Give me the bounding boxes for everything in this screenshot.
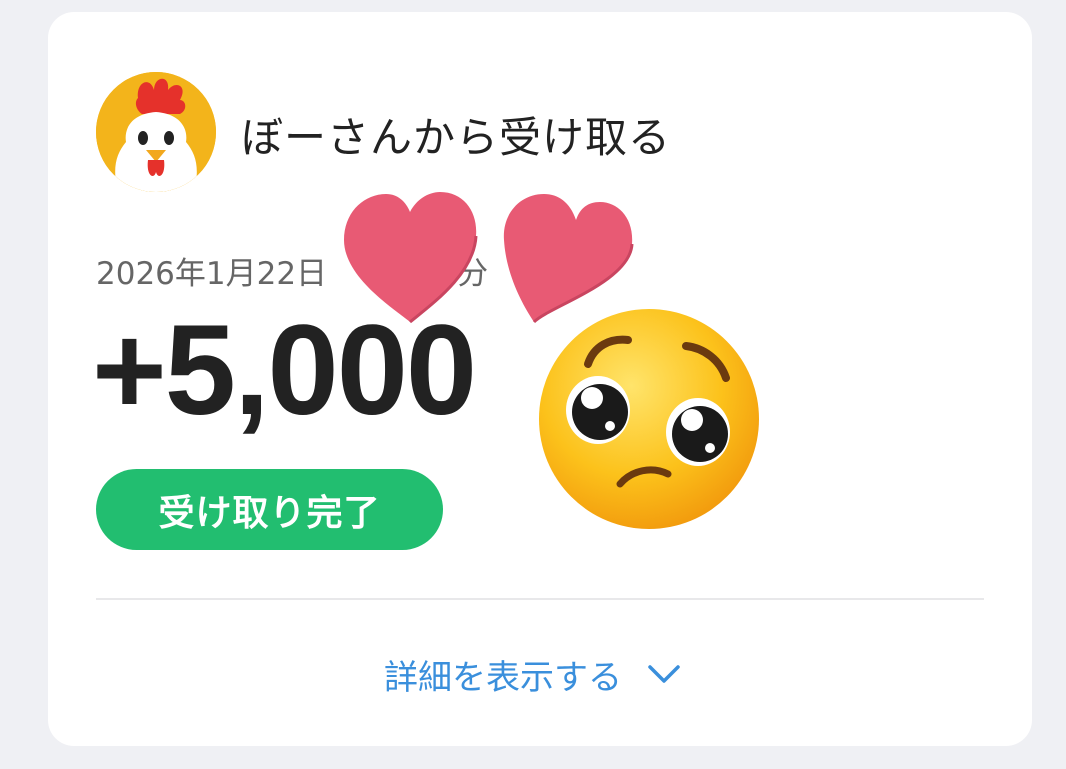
date-prefix: 2026年1月22日 <box>96 256 328 292</box>
pleading-face-icon <box>539 309 759 529</box>
heart-sticker-left <box>344 192 478 324</box>
sender-label: ぼーさんから受け取る <box>241 113 672 162</box>
show-details-link[interactable]: 詳細を表示する <box>384 648 682 700</box>
chicken-icon <box>96 72 216 192</box>
show-details-label: 詳細を表示する <box>384 657 622 698</box>
divider <box>96 598 984 600</box>
status-badge: 受け取り完了 <box>96 469 443 550</box>
chevron-down-icon <box>648 665 680 683</box>
avatar <box>96 72 216 192</box>
